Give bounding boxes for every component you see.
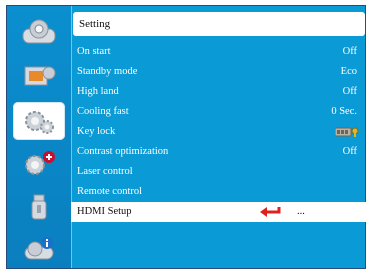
page-title: Setting: [73, 12, 365, 36]
menu-row-contrast-optimization[interactable]: Contrast optimization Off: [71, 142, 367, 162]
usb-icon: [31, 194, 47, 220]
keylock-icon: [335, 127, 359, 137]
menu-label: High land: [77, 86, 119, 97]
menu-label: Cooling fast: [77, 106, 129, 117]
menu-row-key-lock[interactable]: Key lock: [71, 122, 367, 142]
menu-row-hdmi-setup[interactable]: HDMI Setup ...: [71, 202, 367, 222]
menu-row-remote-control[interactable]: Remote control: [71, 182, 367, 202]
sidebar-item-settings[interactable]: [13, 102, 65, 140]
menu-row-laser-control[interactable]: Laser control: [71, 162, 367, 182]
menu-row-standby-mode[interactable]: Standby mode Eco: [71, 62, 367, 82]
settings-menu: On start Off Standby mode Eco High land …: [71, 42, 367, 222]
menu-row-on-start[interactable]: On start Off: [71, 42, 367, 62]
menu-label: On start: [77, 46, 111, 57]
expansion-gears-icon: [25, 151, 55, 175]
info-icon: [24, 237, 54, 260]
sidebar-item-usb[interactable]: [13, 188, 65, 226]
menu-label: Standby mode: [77, 66, 138, 77]
menu-value: Off: [342, 46, 357, 57]
menu-value: ...: [297, 206, 305, 217]
menu-label: Contrast optimization: [77, 146, 169, 157]
menu-label: HDMI Setup: [77, 206, 132, 217]
menu-label: Key lock: [77, 126, 116, 137]
menu-window: Setting On start Off Standby mode Eco Hi…: [6, 5, 367, 269]
menu-row-cooling-fast[interactable]: Cooling fast 0 Sec.: [71, 102, 367, 122]
sidebar-item-picture[interactable]: [13, 12, 65, 50]
menu-value: Off: [342, 146, 357, 157]
menu-label: Remote control: [77, 186, 143, 197]
menu-label: Laser control: [77, 166, 133, 177]
screen-icon: [24, 66, 56, 86]
menu-value: Eco: [340, 66, 357, 77]
sidebar-item-expansion[interactable]: [13, 144, 65, 182]
sidebar: [7, 6, 72, 268]
menu-value: 0 Sec.: [331, 106, 357, 117]
sidebar-item-info[interactable]: [13, 230, 65, 268]
menu-row-high-land[interactable]: High land Off: [71, 82, 367, 102]
sidebar-item-screen[interactable]: [13, 56, 65, 94]
picture-settings-icon: [22, 19, 56, 44]
enter-arrow-icon: [260, 207, 281, 217]
menu-value: Off: [342, 86, 357, 97]
settings-gears-icon: [25, 111, 54, 134]
